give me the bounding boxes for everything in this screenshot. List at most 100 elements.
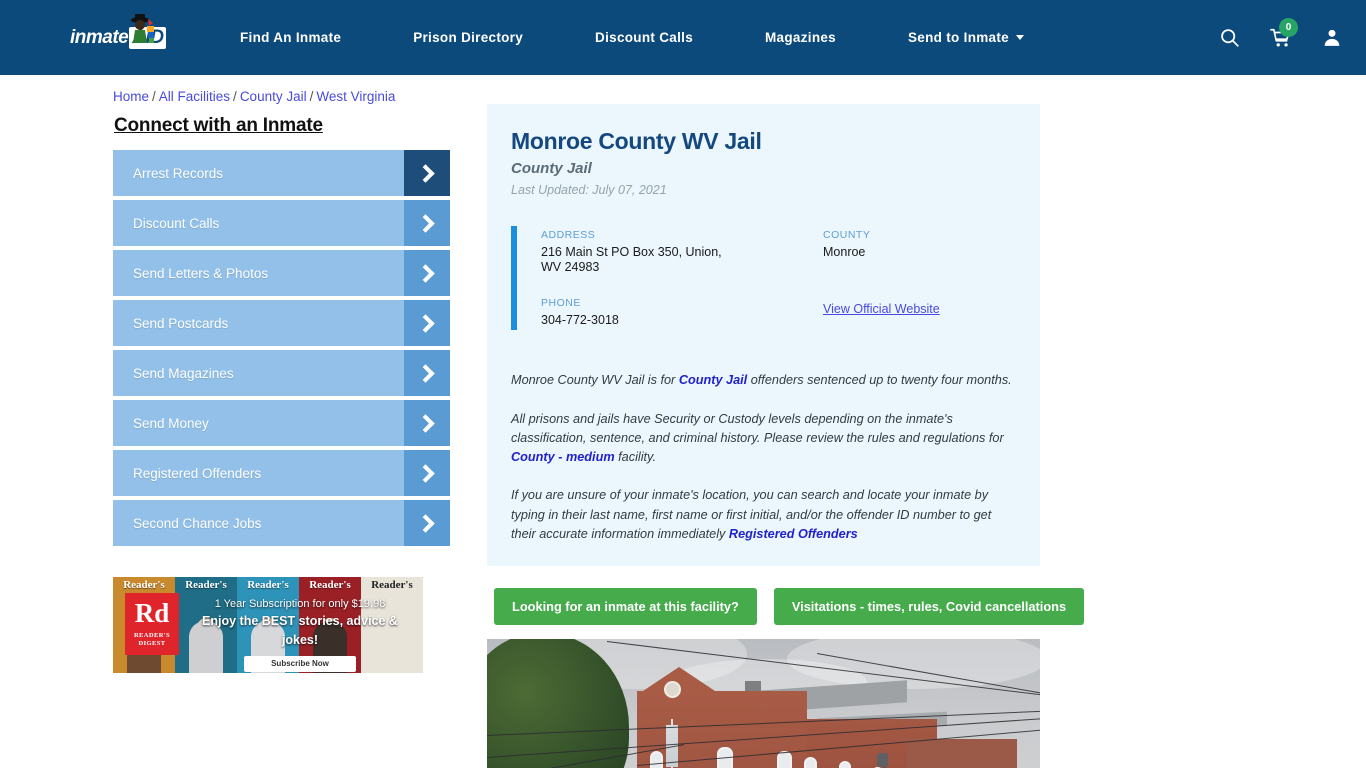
facility-photo	[487, 639, 1040, 768]
paragraph-text: Monroe County WV Jail is for	[511, 373, 679, 387]
ad-subscribe-button[interactable]: Subscribe Now	[244, 656, 356, 672]
sidebar-item-send-money[interactable]: Send Money	[113, 400, 450, 446]
sidebar-item-send-letters-photos[interactable]: Send Letters & Photos	[113, 250, 450, 296]
phone-value: 304-772-3018	[541, 313, 741, 328]
ad-brand-sub: READER'S DIGEST	[125, 632, 179, 648]
chevron-glyph	[416, 414, 434, 432]
county-label: COUNTY	[823, 229, 940, 241]
chevron-right-icon	[404, 250, 450, 296]
sidebar-item-label: Discount Calls	[113, 216, 404, 231]
ad-masthead: Reader's	[113, 580, 175, 592]
readers-digest-ad-banner[interactable]: Reader's Reader's Reader's Reader's Read…	[113, 577, 423, 673]
address-group: ADDRESS 216 Main St PO Box 350, Union, W…	[541, 229, 823, 275]
chevron-right-icon	[404, 200, 450, 246]
chevron-right-icon	[404, 150, 450, 196]
inmateaid-mascot-icon	[125, 13, 159, 47]
phone-group: PHONE 304-772-3018	[541, 297, 823, 328]
chevron-right-icon	[404, 350, 450, 396]
ad-logo: Rd READER'S DIGEST	[125, 593, 179, 655]
facility-description: Monroe County WV Jail is for County Jail…	[511, 371, 1016, 544]
sidebar-item-discount-calls[interactable]: Discount Calls	[113, 200, 450, 246]
sidebar-item-label: Send Letters & Photos	[113, 266, 404, 281]
main-content: Monroe County WV Jail County Jail Last U…	[450, 104, 1366, 768]
chevron-glyph	[416, 364, 434, 382]
inline-link[interactable]: County Jail	[679, 373, 747, 387]
sidebar-item-label: Send Money	[113, 416, 404, 431]
nav-item-find-an-inmate[interactable]: Find An Inmate	[230, 22, 351, 53]
facility-contact-block: ADDRESS 216 Main St PO Box 350, Union, W…	[511, 226, 1016, 330]
nav-item-magazines[interactable]: Magazines	[755, 22, 846, 53]
breadcrumb-separator: /	[310, 89, 314, 104]
nav-item-send-to-inmate-label: Send to Inmate	[908, 30, 1009, 45]
description-paragraph-3: If you are unsure of your inmate's locat…	[511, 486, 1016, 544]
sidebar-item-arrest-records[interactable]: Arrest Records	[113, 150, 450, 196]
ad-masthead: Reader's	[237, 580, 299, 592]
facility-action-buttons: Looking for an inmate at this facility? …	[487, 588, 1366, 625]
page-body: Connect with an Inmate Arrest RecordsDis…	[0, 104, 1366, 768]
breadcrumb-item-west-virginia[interactable]: West Virginia	[316, 89, 395, 104]
contact-column-right: COUNTY Monroe View Official Website	[823, 229, 940, 327]
courthouse-far-block	[907, 739, 1017, 768]
page-title: Monroe County WV Jail	[511, 128, 1016, 155]
main-navigation: Find An Inmate Prison Directory Discount…	[230, 22, 1213, 53]
county-group: COUNTY Monroe	[823, 229, 940, 260]
logo-text: inmate	[70, 27, 128, 49]
sidebar-item-registered-offenders[interactable]: Registered Offenders	[113, 450, 450, 496]
chevron-right-icon	[404, 400, 450, 446]
nav-item-send-to-inmate[interactable]: Send to Inmate	[898, 22, 1034, 53]
ad-copy: 1 Year Subscription for only $19.98 Enjo…	[185, 597, 415, 672]
description-paragraph-1: Monroe County WV Jail is for County Jail…	[511, 371, 1016, 390]
ad-masthead: Reader's	[299, 580, 361, 592]
phone-label: PHONE	[541, 297, 823, 309]
breadcrumb-separator: /	[152, 89, 156, 104]
sidebar-menu: Arrest Records Discount Calls Send Letters…	[113, 150, 450, 546]
facility-type: County Jail	[511, 160, 1016, 177]
inline-link[interactable]: Registered Offenders	[729, 527, 858, 541]
visitations-button[interactable]: Visitations - times, rules, Covid cancel…	[774, 588, 1084, 625]
street-lamp-head	[877, 753, 888, 767]
nav-item-discount-calls[interactable]: Discount Calls	[585, 22, 703, 53]
ad-masthead: Reader's	[175, 580, 237, 592]
sidebar-item-second-chance-jobs[interactable]: Second Chance Jobs	[113, 500, 450, 546]
county-value: Monroe	[823, 245, 940, 260]
search-icon[interactable]	[1219, 27, 1240, 48]
breadcrumb-item-all-facilities[interactable]: All Facilities	[159, 89, 230, 104]
breadcrumb-item-county-jail[interactable]: County Jail	[240, 89, 307, 104]
chevron-glyph	[416, 264, 434, 282]
view-official-website-link[interactable]: View Official Website	[823, 302, 940, 316]
ad-brand: Rd	[135, 600, 170, 627]
nav-item-prison-directory[interactable]: Prison Directory	[403, 22, 533, 53]
chevron-right-icon	[404, 300, 450, 346]
chevron-down-icon	[1016, 35, 1024, 40]
address-value: 216 Main St PO Box 350, Union, WV 24983	[541, 245, 741, 275]
site-header: inmateAID Find An Inmate Prison Director…	[0, 0, 1366, 75]
sidebar-item-send-postcards[interactable]: Send Postcards	[113, 300, 450, 346]
paragraph-text: facility.	[615, 450, 656, 464]
user-account-icon[interactable]	[1322, 27, 1342, 48]
facility-info-panel: Monroe County WV Jail County Jail Last U…	[487, 104, 1040, 566]
sidebar-item-send-magazines[interactable]: Send Magazines	[113, 350, 450, 396]
cart-button[interactable]: 0	[1270, 27, 1292, 49]
sidebar: Connect with an Inmate Arrest RecordsDis…	[113, 104, 450, 768]
chevron-right-icon	[404, 500, 450, 546]
inline-link[interactable]: County - medium	[511, 450, 615, 464]
site-logo[interactable]: inmateAID	[70, 17, 190, 59]
chevron-glyph	[416, 164, 434, 182]
sidebar-item-label: Second Chance Jobs	[113, 516, 404, 531]
ad-line-1: 1 Year Subscription for only $19.98	[185, 597, 415, 612]
description-paragraph-2: All prisons and jails have Security or C…	[511, 410, 1016, 468]
breadcrumb-separator: /	[233, 89, 237, 104]
chevron-glyph	[416, 514, 434, 532]
website-group: View Official Website	[823, 300, 940, 318]
breadcrumb-item-home[interactable]: Home	[113, 89, 149, 104]
chevron-glyph	[416, 464, 434, 482]
header-icon-group: 0	[1219, 27, 1342, 49]
chevron-right-icon	[404, 450, 450, 496]
sidebar-item-label: Registered Offenders	[113, 466, 404, 481]
cart-count-badge: 0	[1279, 18, 1298, 37]
find-inmate-button[interactable]: Looking for an inmate at this facility?	[494, 588, 757, 625]
last-updated: Last Updated: July 07, 2021	[511, 183, 1016, 197]
contact-column-left: ADDRESS 216 Main St PO Box 350, Union, W…	[541, 229, 823, 327]
sidebar-item-label: Send Postcards	[113, 316, 404, 331]
chevron-glyph	[416, 214, 434, 232]
